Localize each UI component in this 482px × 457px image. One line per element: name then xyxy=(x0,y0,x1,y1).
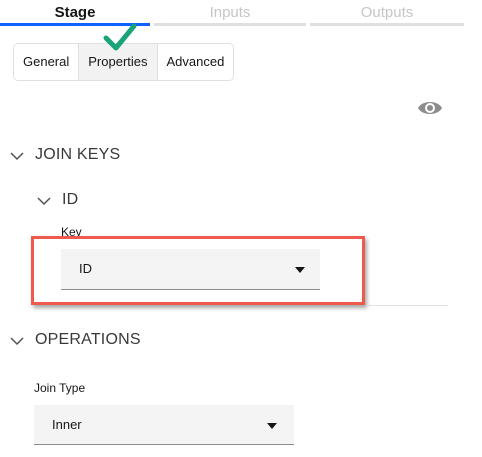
sub-tab-general[interactable]: General xyxy=(14,44,80,80)
highlight-box xyxy=(31,236,365,305)
section-title-join-keys[interactable]: JOIN KEYS xyxy=(35,146,120,164)
checkmark-icon xyxy=(103,23,137,51)
tab-outputs[interactable]: Outputs xyxy=(310,0,464,26)
sub-tab-advanced[interactable]: Advanced xyxy=(157,44,234,80)
join-type-label: Join Type xyxy=(34,381,86,395)
chevron-down-icon[interactable] xyxy=(10,151,24,161)
join-type-select-value: Inner xyxy=(52,417,82,432)
group-title-id[interactable]: ID xyxy=(62,191,78,209)
caret-down-icon xyxy=(267,423,277,429)
chevron-down-icon[interactable] xyxy=(37,196,51,206)
section-title-operations[interactable]: OPERATIONS xyxy=(35,331,141,349)
section-divider xyxy=(368,305,448,306)
tab-inputs[interactable]: Inputs xyxy=(154,0,306,26)
chevron-down-icon[interactable] xyxy=(10,336,24,346)
eye-icon[interactable] xyxy=(417,98,443,118)
join-type-select[interactable]: Inner xyxy=(34,405,294,445)
